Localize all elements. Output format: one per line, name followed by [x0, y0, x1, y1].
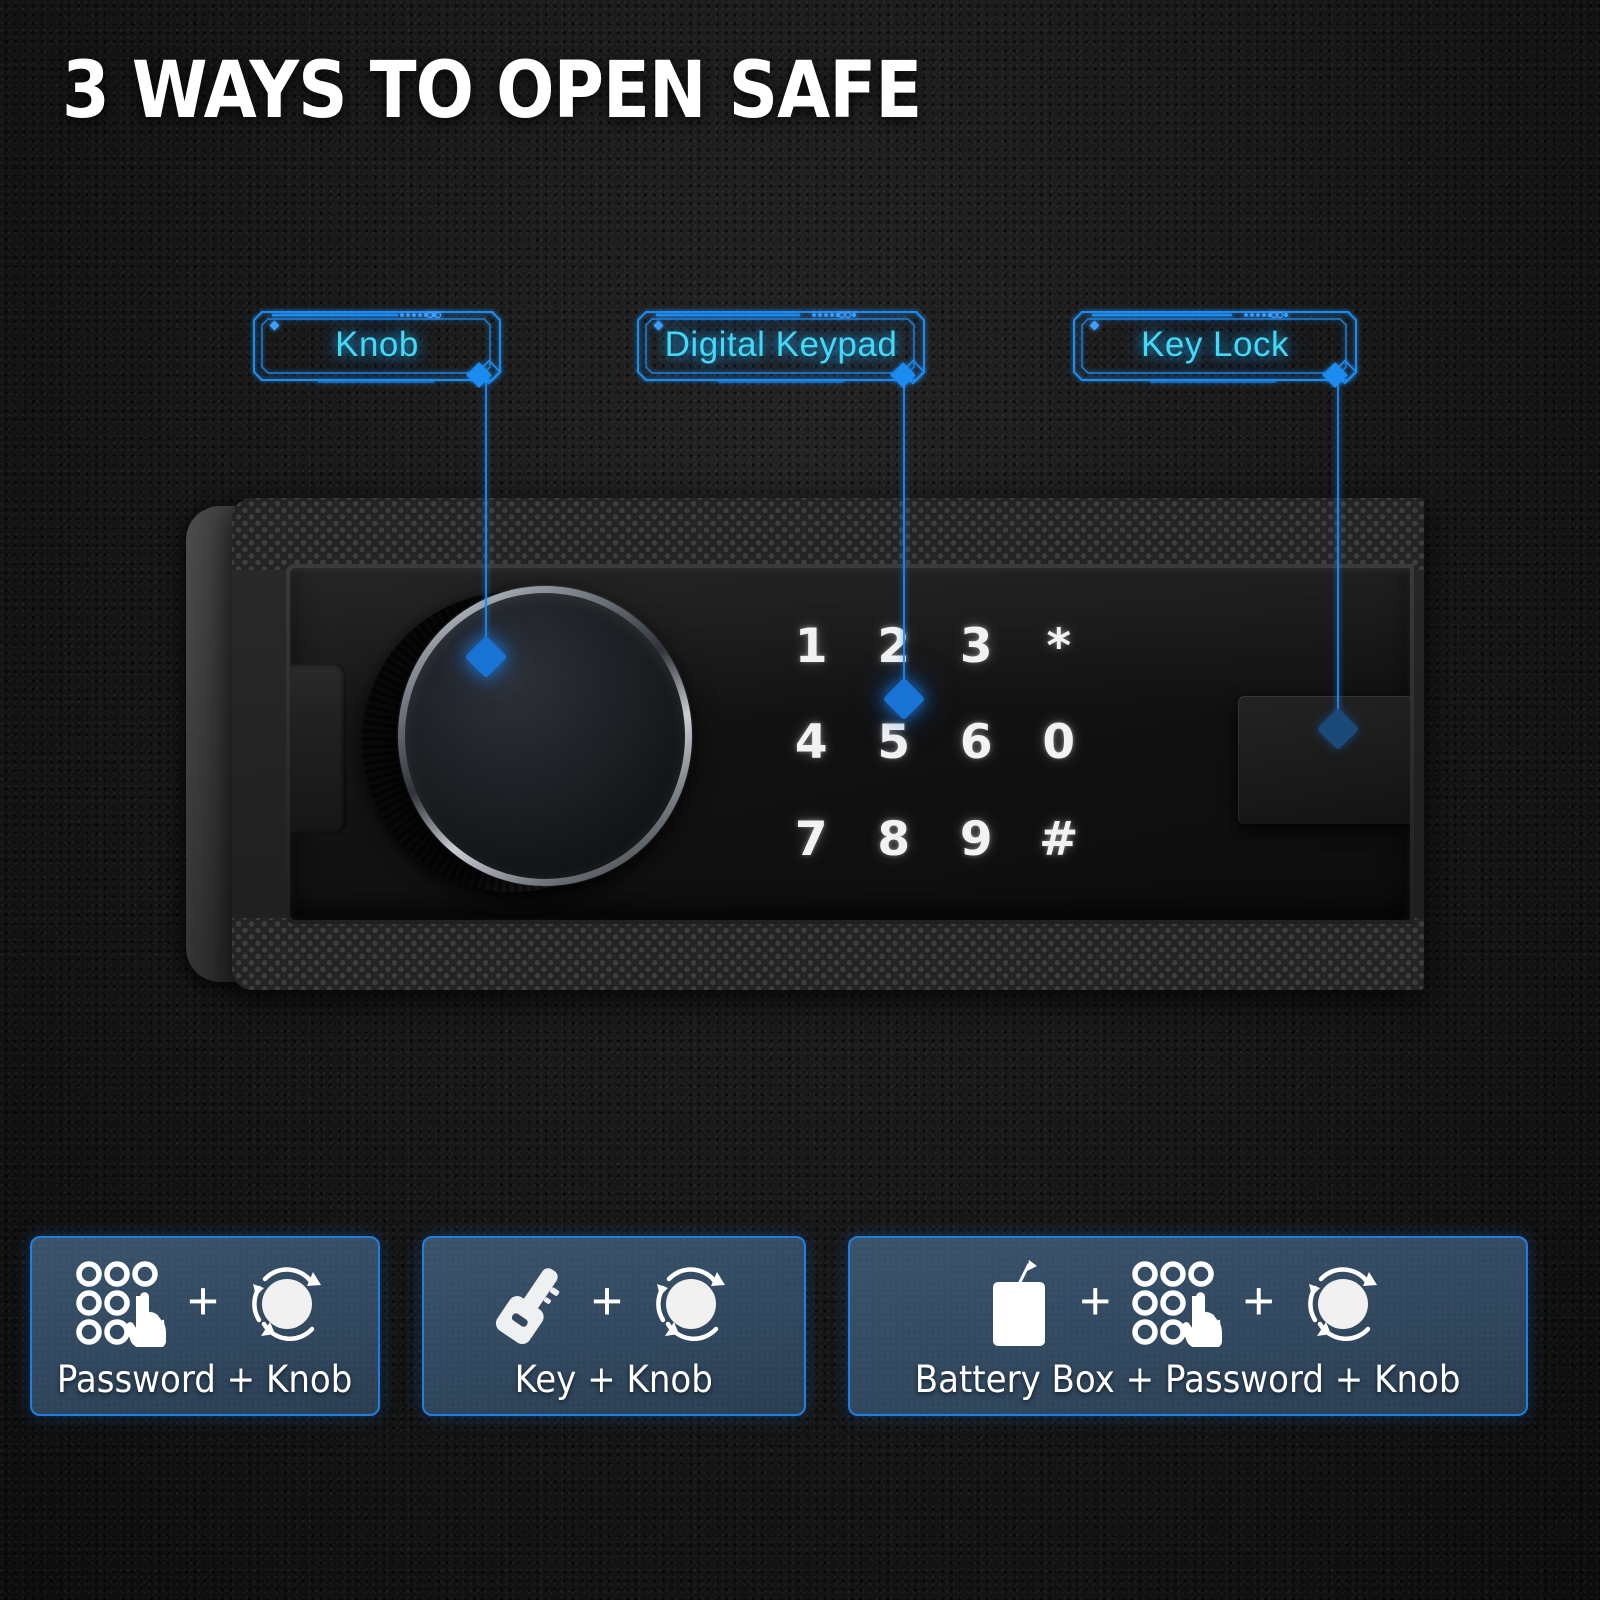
keypad-finger-icon — [1131, 1260, 1223, 1347]
card3-plus-separator-1: + — [1079, 1270, 1111, 1331]
callout-label-knob: Knob — [335, 325, 419, 364]
keypad-key-star[interactable]: * — [1046, 623, 1071, 670]
card2-plus-separator: + — [591, 1270, 623, 1331]
card1-plus-separator: + — [187, 1270, 219, 1331]
callout-label-keylock: Key Lock — [1141, 325, 1289, 364]
keypad-key-0[interactable]: 0 — [1042, 719, 1075, 766]
card1-icon-row: + — [75, 1256, 335, 1352]
card3-plus-separator-2: + — [1243, 1270, 1275, 1331]
callout-label-keypad: Digital Keypad — [664, 325, 898, 364]
knob-chrome-ring — [398, 586, 692, 886]
feature-card-password-knob[interactable]: + Password + Knob — [30, 1236, 380, 1416]
safe-texture-band-bottom — [232, 918, 1424, 990]
key-icon — [489, 1259, 571, 1349]
connector-line-keypad — [903, 378, 905, 698]
feature-card-label-1: Password + Knob — [57, 1357, 353, 1401]
safe-front-body: 1 2 3 * 4 5 6 0 7 8 9 # — [232, 498, 1424, 990]
safe-product-image: 1 2 3 * 4 5 6 0 7 8 9 # — [186, 498, 1424, 990]
card3-icon-row: + + — [985, 1256, 1390, 1352]
keypad-key-6[interactable]: 6 — [960, 719, 993, 766]
keypad-key-9[interactable]: 9 — [960, 816, 993, 863]
knob-rotate-icon — [1295, 1258, 1391, 1350]
panel-left-notch — [290, 664, 346, 834]
feature-card-label-2: Key + Knob — [514, 1357, 714, 1401]
keypad-key-7[interactable]: 7 — [795, 816, 828, 863]
card2-icon-row: + — [489, 1256, 739, 1352]
safe-control-panel-bezel: 1 2 3 * 4 5 6 0 7 8 9 # — [286, 564, 1414, 924]
page-title: 3 WAYS TO OPEN SAFE — [62, 46, 922, 136]
feature-cards-row: + Password + Knob + Key + Knob + + Batte… — [0, 1236, 1600, 1416]
feature-card-battery-password-knob[interactable]: + + Battery Box + Password + Knob — [848, 1236, 1528, 1416]
feature-card-key-knob[interactable]: + Key + Knob — [422, 1236, 806, 1416]
keypad-key-3[interactable]: 3 — [960, 623, 993, 670]
safe-texture-band-top — [232, 498, 1424, 570]
keypad-key-4[interactable]: 4 — [795, 719, 828, 766]
safe-keylock-cover[interactable] — [1238, 696, 1410, 824]
knob-face — [405, 593, 685, 879]
keypad-key-1[interactable]: 1 — [795, 623, 828, 670]
safe-control-panel: 1 2 3 * 4 5 6 0 7 8 9 # — [290, 568, 1410, 920]
safe-knob[interactable] — [362, 586, 692, 910]
keypad-key-8[interactable]: 8 — [877, 816, 910, 863]
keypad-finger-icon — [75, 1260, 167, 1347]
knob-rotate-icon — [239, 1258, 335, 1350]
keypad-key-5[interactable]: 5 — [877, 719, 910, 766]
keypad-key-hash[interactable]: # — [1039, 816, 1078, 863]
callout-key-lock[interactable]: Key Lock — [1068, 304, 1362, 388]
callout-digital-keypad[interactable]: Digital Keypad — [632, 304, 930, 388]
knob-rotate-icon — [643, 1258, 739, 1350]
connector-line-keylock — [1337, 378, 1339, 728]
callout-knob[interactable]: Knob — [248, 304, 506, 388]
connector-line-knob — [485, 378, 487, 653]
safe-keypad[interactable]: 1 2 3 * 4 5 6 0 7 8 9 # — [770, 598, 1100, 888]
feature-card-label-3: Battery Box + Password + Knob — [915, 1357, 1461, 1401]
keypad-key-2[interactable]: 2 — [877, 623, 910, 670]
battery-box-icon — [985, 1258, 1059, 1350]
